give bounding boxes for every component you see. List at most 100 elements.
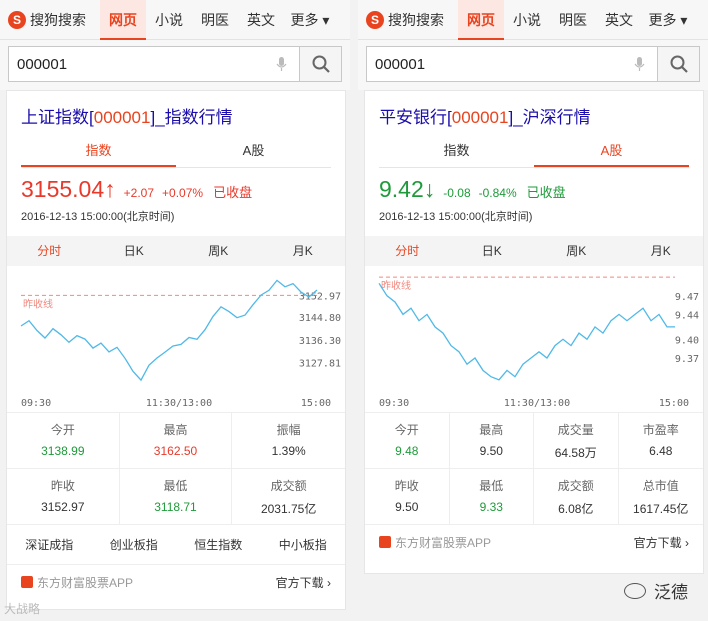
search-input[interactable] <box>9 47 265 81</box>
watermark-text: 泛德 <box>654 583 688 602</box>
title-code: 000001 <box>93 108 151 127</box>
stat-label: 市盈率 <box>642 423 679 437</box>
microphone-icon[interactable] <box>623 47 657 81</box>
app-name: 东方财富股票APP <box>21 574 133 591</box>
search-row <box>0 40 350 90</box>
tab-a-share[interactable]: A股 <box>534 137 689 167</box>
quote-card: 平安银行[000001]_沪深行情 指数 A股 9.42↓ -0.08 -0.8… <box>364 90 704 574</box>
caret-down-icon: ▾ <box>322 11 330 28</box>
nav-novel[interactable]: 小说 <box>146 0 192 40</box>
title-suffix: ]_指数行情 <box>150 108 233 127</box>
chart-tab-weekly[interactable]: 周K <box>176 236 261 266</box>
search-box <box>366 46 658 82</box>
nav-more-label: 更多 <box>648 11 677 28</box>
nav-web[interactable]: 网页 <box>458 0 504 40</box>
quote-title[interactable]: 上证指数[000001]_指数行情 <box>7 91 345 131</box>
stat-value: 9.50 <box>479 444 503 458</box>
download-link[interactable]: 官方下载 › <box>634 534 689 551</box>
chart-tab-daily[interactable]: 日K <box>450 236 535 266</box>
stat-low: 最低 3118.71 <box>119 469 233 525</box>
search-row <box>358 40 708 90</box>
stat-value: 3152.97 <box>41 500 85 514</box>
x-tick-label: 15:00 <box>301 398 331 409</box>
x-tick-label: 09:30 <box>21 398 51 409</box>
quote-card: 上证指数[000001]_指数行情 指数 A股 3155.04↑ +2.07 +… <box>6 90 346 610</box>
nav-english[interactable]: 英文 <box>596 0 642 40</box>
nav-more[interactable]: 更多 ▾ <box>642 0 694 40</box>
quote-timestamp: 2016-12-13 15:00:00(北京时间) <box>379 211 533 223</box>
tab-index[interactable]: 指数 <box>21 137 176 167</box>
nav-bar: 网页 小说 明医 英文 更多 ▾ <box>458 0 694 40</box>
search-button[interactable] <box>658 46 700 82</box>
price-change-pct: -0.84% <box>478 186 517 200</box>
app-footer: 东方财富股票APP 官方下载 › <box>7 565 345 599</box>
price: 3155.04↑ <box>21 176 116 202</box>
prev-close-label: 昨收线 <box>381 279 411 292</box>
chart-tab-daily[interactable]: 日K <box>92 236 177 266</box>
price-row: 9.42↓ -0.08 -0.84% 已收盘 <box>365 168 703 206</box>
nav-web[interactable]: 网页 <box>100 0 146 40</box>
tab-index[interactable]: 指数 <box>379 137 534 167</box>
y-tick-label: 9.40 <box>675 335 699 346</box>
sogou-logo[interactable]: S 搜狗搜索 <box>0 10 100 30</box>
microphone-icon[interactable] <box>265 47 299 81</box>
chart-tab-intraday[interactable]: 分时 <box>7 236 92 266</box>
stat-amplitude: 振幅 1.39% <box>232 413 345 469</box>
stat-value: 9.48 <box>395 444 419 458</box>
stat-pe-ratio: 市盈率 6.48 <box>618 413 703 469</box>
stat-prev-close: 昨收 3152.97 <box>7 469 120 525</box>
search-icon <box>312 55 330 73</box>
link-hang-seng[interactable]: 恒生指数 <box>176 536 261 553</box>
sogou-logo[interactable]: S 搜狗搜索 <box>358 10 458 30</box>
stat-turnover: 成交额 2031.75亿 <box>232 469 345 525</box>
app-name: 东方财富股票APP <box>379 534 491 551</box>
sogou-s-icon: S <box>366 10 384 29</box>
stat-label: 振幅 <box>276 423 301 437</box>
chart-tab-weekly[interactable]: 周K <box>534 236 619 266</box>
x-tick-label: 11:30/13:00 <box>504 398 570 409</box>
nav-medical[interactable]: 明医 <box>192 0 238 40</box>
caret-down-icon: ▾ <box>680 11 688 28</box>
search-box <box>8 46 300 82</box>
market-status: 已收盘 <box>213 185 253 200</box>
stat-open: 今开 3138.99 <box>7 413 120 469</box>
stat-label: 最高 <box>479 423 504 437</box>
nav-english[interactable]: 英文 <box>238 0 284 40</box>
stat-label: 成交额 <box>557 479 594 493</box>
y-tick-label: 3144.80 <box>299 313 341 324</box>
link-chinext[interactable]: 创业板指 <box>92 536 177 553</box>
x-tick-label: 11:30/13:00 <box>146 398 212 409</box>
download-link[interactable]: 官方下载 › <box>276 574 331 591</box>
chart-tab-monthly[interactable]: 月K <box>261 236 346 266</box>
y-tick-label: 9.37 <box>675 354 699 365</box>
intraday-chart-svg: 昨收线 9.47 9.44 9.40 9.37 09:30 11:30/13:00 15:00 <box>378 276 699 409</box>
tab-a-share[interactable]: A股 <box>176 137 331 167</box>
nav-novel[interactable]: 小说 <box>504 0 550 40</box>
stat-label: 成交量 <box>557 423 594 437</box>
x-tick-label: 15:00 <box>659 398 689 409</box>
price-change: +2.07 <box>123 186 155 200</box>
watermark-left: 大战略 <box>4 602 41 616</box>
top-bar: S 搜狗搜索 网页 小说 明医 英文 更多 ▾ <box>0 0 350 40</box>
title-suffix: ]_沪深行情 <box>508 108 591 127</box>
stat-label: 成交额 <box>270 479 307 493</box>
quote-title[interactable]: 平安银行[000001]_沪深行情 <box>365 91 703 131</box>
watermark: 泛德 <box>624 578 688 603</box>
search-button[interactable] <box>300 46 342 82</box>
stat-label: 今开 <box>394 423 419 437</box>
nav-medical[interactable]: 明医 <box>550 0 596 40</box>
nav-more[interactable]: 更多 ▾ <box>284 0 336 40</box>
chart-tab-intraday[interactable]: 分时 <box>365 236 450 266</box>
stat-value: 9.33 <box>479 500 503 514</box>
link-sme-board[interactable]: 中小板指 <box>261 536 346 553</box>
link-shenzhen-component[interactable]: 深证成指 <box>7 536 92 553</box>
app-name-text: 东方财富股票APP <box>395 535 492 550</box>
prev-close-label: 昨收线 <box>23 297 53 310</box>
price: 9.42↓ <box>379 176 436 202</box>
chart-tab-monthly[interactable]: 月K <box>619 236 704 266</box>
stat-label: 最高 <box>163 423 188 437</box>
logo-text: 搜狗搜索 <box>30 11 86 28</box>
search-input[interactable] <box>367 47 623 81</box>
quote-timestamp: 2016-12-13 15:00:00(北京时间) <box>21 211 175 223</box>
sogou-s-icon: S <box>8 10 26 29</box>
